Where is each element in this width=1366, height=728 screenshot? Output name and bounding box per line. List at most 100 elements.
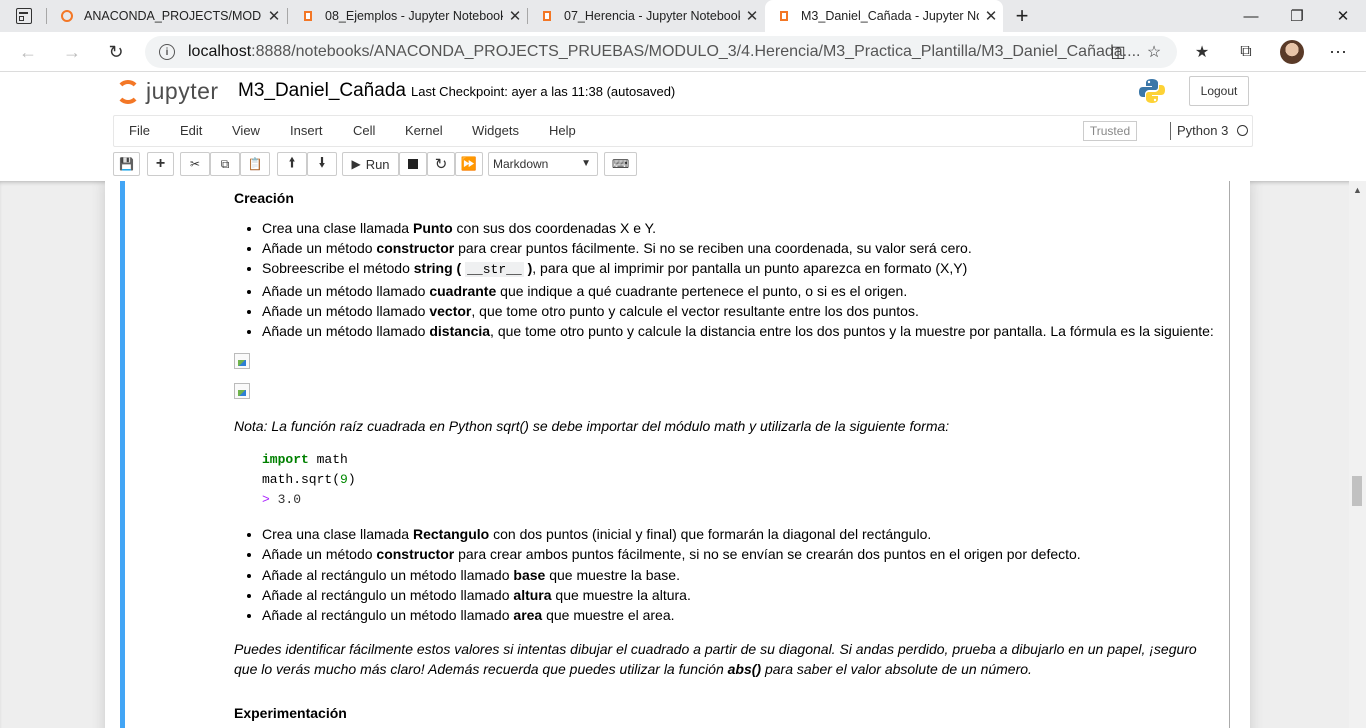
broken-image-1 — [234, 353, 1224, 383]
minimize-icon[interactable]: — — [1228, 0, 1274, 32]
cell-type-select[interactable]: Markdown ▼ — [488, 152, 598, 176]
tab-title: 07_Herencia - Jupyter Notebook — [564, 9, 740, 23]
paste-button[interactable]: 📋 — [240, 152, 270, 176]
broken-image-icon — [234, 383, 250, 400]
copy-button[interactable]: ⧉ — [210, 152, 240, 176]
move-down-button[interactable]: 🠛 — [307, 152, 337, 176]
tab-07-herencia[interactable]: 07_Herencia - Jupyter Notebook ✕ — [528, 0, 764, 32]
list-item: Añade un método llamado cuadrante que in… — [262, 281, 1224, 301]
notebook-icon — [304, 11, 312, 21]
list-item: Añade al rectángulo un método llamado ar… — [262, 605, 1224, 625]
save-button[interactable]: 💾 — [113, 152, 140, 176]
notebook-icon — [780, 11, 788, 21]
forward-icon[interactable]: → — [58, 38, 86, 66]
anaconda-icon — [61, 10, 73, 22]
command-palette-button[interactable]: ⌨ — [604, 152, 637, 176]
interrupt-button[interactable] — [399, 152, 427, 176]
checkpoint-status: Last Checkpoint: ayer a las 11:38 (autos… — [411, 84, 676, 99]
broken-image-2 — [234, 383, 1224, 413]
site-info-icon[interactable]: i — [159, 44, 175, 60]
jupyter-logo[interactable]: jupyter — [116, 78, 219, 105]
url-bar[interactable]: i localhost:8888/notebooks/ANACONDA_PROJ… — [145, 36, 1177, 68]
favorite-add-icon[interactable]: ☆ — [1142, 40, 1166, 64]
save-icon: 💾 — [119, 157, 134, 171]
restart-run-all-button[interactable]: ⏩ — [455, 152, 483, 176]
code-line: import math — [262, 452, 348, 468]
reader-view-icon[interactable]: ◫ — [1106, 40, 1130, 64]
cell-type-value: Markdown — [493, 157, 549, 171]
menu-help[interactable]: Help — [549, 123, 576, 138]
restart-button[interactable]: ↻ — [427, 152, 455, 176]
tab-anaconda-projects[interactable]: ANACONDA_PROJECTS/MODULO_ ✕ — [48, 0, 286, 32]
back-icon[interactable]: ← — [14, 38, 42, 66]
kernel-status-icon — [1237, 125, 1248, 136]
tab-separator — [287, 8, 288, 24]
close-icon[interactable]: ✕ — [503, 7, 527, 25]
tab-actions-icon[interactable] — [16, 8, 32, 24]
paste-icon: 📋 — [247, 157, 263, 171]
menu-kernel[interactable]: Kernel — [405, 123, 443, 138]
list-item: Crea una clase llamada Punto con sus dos… — [262, 218, 1224, 238]
menu-widgets[interactable]: Widgets — [472, 123, 519, 138]
kernel-name: Python 3 — [1170, 122, 1228, 140]
list-item: Añade un método llamado distancia, que t… — [262, 321, 1224, 341]
heading-creacion: Creación — [234, 190, 294, 206]
cut-button[interactable]: ✂ — [180, 152, 210, 176]
run-button[interactable]: ▶ Run — [342, 152, 399, 176]
close-icon[interactable]: ✕ — [979, 7, 1003, 25]
list-item: Sobreescribe el método string ( __str__ … — [262, 258, 1224, 280]
notebook-toolbar: 💾 + ✂ ⧉ 📋 🠙 🠛 ▶ Run ↻ ⏩ Markdown ▼ ⌨ — [113, 150, 1253, 180]
broken-image-icon — [234, 353, 250, 370]
fast-forward-icon: ⏩ — [460, 156, 478, 171]
inline-code: __str__ — [465, 262, 524, 278]
menu-insert[interactable]: Insert — [290, 123, 323, 138]
move-up-button[interactable]: 🠙 — [277, 152, 307, 176]
new-tab-button[interactable]: + — [1010, 2, 1034, 30]
code-output: > 3.0 — [262, 492, 302, 508]
tab-title: ANACONDA_PROJECTS/MODULO_ — [84, 9, 262, 23]
scroll-up-icon[interactable]: ▲ — [1353, 185, 1362, 195]
tab-title: M3_Daniel_Cañada - Jupyter Notebook — [801, 9, 979, 23]
code-block: import math math.sqrt(9) > 3.0 — [262, 450, 1224, 510]
window-controls: — ❐ ✕ — [1228, 0, 1366, 32]
plus-icon: + — [155, 155, 166, 172]
scissors-icon: ✂ — [189, 157, 201, 171]
restore-icon[interactable]: ❐ — [1274, 0, 1320, 32]
logout-button[interactable]: Logout — [1189, 76, 1249, 106]
address-toolbar: ← → ↻ i localhost:8888/notebooks/ANACOND… — [0, 32, 1366, 72]
menu-file[interactable]: File — [129, 123, 150, 138]
list-item: Crea una clase llamada Rectangulo con do… — [262, 524, 1224, 544]
list-item: Añade un método constructor para crear a… — [262, 544, 1224, 564]
tab-08-ejemplos[interactable]: 08_Ejemplos - Jupyter Notebook ✕ — [289, 0, 527, 32]
notebook-name[interactable]: M3_Daniel_Cañada — [238, 80, 406, 102]
collections-icon[interactable]: ⧉ — [1234, 40, 1258, 64]
tab-m3-daniel-canada[interactable]: M3_Daniel_Cañada - Jupyter Notebook ✕ — [765, 0, 1003, 32]
jupyter-logo-icon — [116, 79, 140, 104]
scrollbar-thumb[interactable] — [1352, 476, 1362, 506]
stop-icon — [408, 159, 418, 169]
window-close-icon[interactable]: ✕ — [1320, 0, 1366, 32]
run-label: Run — [365, 156, 390, 172]
list-item: Añade un método constructor para crear p… — [262, 238, 1224, 258]
url-path: :8888/notebooks/ANACONDA_PROJECTS_PRUEBA… — [251, 43, 1141, 60]
favorites-icon[interactable]: ★ — [1190, 40, 1214, 64]
url-host: localhost — [188, 43, 252, 60]
jupyter-header: jupyter M3_Daniel_Cañada Last Checkpoint… — [0, 72, 1366, 115]
trusted-indicator[interactable]: Trusted — [1083, 121, 1137, 141]
copy-icon: ⧉ — [220, 156, 230, 171]
more-options-icon[interactable]: ⋯ — [1326, 40, 1350, 64]
avatar[interactable] — [1280, 40, 1304, 64]
reload-icon[interactable]: ↻ — [102, 38, 130, 66]
list-item: Añade al rectángulo un método llamado al… — [262, 585, 1224, 605]
tab-separator — [46, 8, 47, 24]
scrollbar[interactable]: ▲ — [1349, 181, 1366, 728]
tip-paragraph: Puedes identificar fácilmente estos valo… — [234, 641, 1197, 678]
menu-edit[interactable]: Edit — [180, 123, 202, 138]
insert-cell-button[interactable]: + — [147, 152, 174, 176]
menu-view[interactable]: View — [232, 123, 260, 138]
close-icon[interactable]: ✕ — [740, 7, 764, 25]
heading-experimentacion: Experimentación — [234, 705, 347, 722]
close-icon[interactable]: ✕ — [262, 7, 286, 25]
menu-cell[interactable]: Cell — [353, 123, 375, 138]
chevron-down-icon: ▼ — [581, 158, 591, 169]
